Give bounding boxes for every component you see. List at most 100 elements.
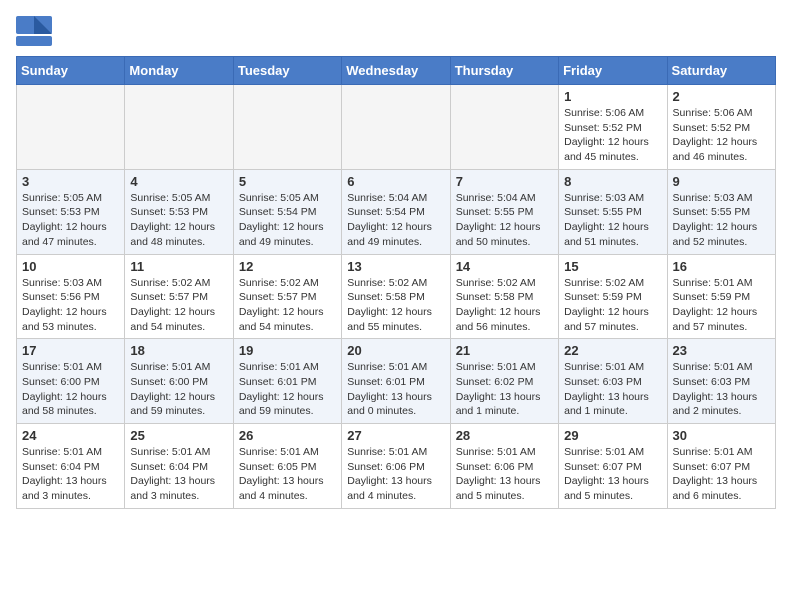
calendar-cell: 30 Sunrise: 5:01 AM Sunset: 6:07 PM Dayli… — [667, 424, 775, 509]
header-tuesday: Tuesday — [233, 57, 341, 85]
day-info: Sunrise: 5:04 AM Sunset: 5:55 PM Dayligh… — [456, 191, 553, 250]
day-number: 24 — [22, 428, 119, 443]
calendar-cell: 25 Sunrise: 5:01 AM Sunset: 6:04 PM Dayli… — [125, 424, 233, 509]
day-number: 3 — [22, 174, 119, 189]
calendar-cell: 9Sunrise: 5:03 AM Sunset: 5:55 PM Daylig… — [667, 169, 775, 254]
calendar-cell: 11 Sunrise: 5:02 AM Sunset: 5:57 PM Dayli… — [125, 254, 233, 339]
day-info: Sunrise: 5:01 AM Sunset: 6:04 PM Dayligh… — [130, 445, 227, 504]
week-row-5: 24 Sunrise: 5:01 AM Sunset: 6:04 PM Dayli… — [17, 424, 776, 509]
calendar-cell — [17, 85, 125, 170]
day-info: Sunrise: 5:01 AM Sunset: 6:00 PM Dayligh… — [130, 360, 227, 419]
calendar-cell: 2 Sunrise: 5:06 AM Sunset: 5:52 PM Daylig… — [667, 85, 775, 170]
day-number: 12 — [239, 259, 336, 274]
header-thursday: Thursday — [450, 57, 558, 85]
calendar-cell: 19Sunrise: 5:01 AM Sunset: 6:01 PM Dayli… — [233, 339, 341, 424]
day-info: Sunrise: 5:01 AM Sunset: 6:01 PM Dayligh… — [347, 360, 444, 419]
day-number: 4 — [130, 174, 227, 189]
day-number: 29 — [564, 428, 661, 443]
day-info: Sunrise: 5:01 AM Sunset: 6:05 PM Dayligh… — [239, 445, 336, 504]
day-info: Sunrise: 5:01 AM Sunset: 6:03 PM Dayligh… — [564, 360, 661, 419]
day-info: Sunrise: 5:02 AM Sunset: 5:57 PM Dayligh… — [130, 276, 227, 335]
day-number: 22 — [564, 343, 661, 358]
day-info: Sunrise: 5:01 AM Sunset: 6:03 PM Dayligh… — [673, 360, 770, 419]
day-number: 20 — [347, 343, 444, 358]
calendar-cell: 10 Sunrise: 5:03 AM Sunset: 5:56 PM Dayli… — [17, 254, 125, 339]
day-info: Sunrise: 5:05 AM Sunset: 5:53 PM Dayligh… — [130, 191, 227, 250]
day-number: 8 — [564, 174, 661, 189]
logo-icon — [16, 16, 52, 46]
calendar-cell: 26 Sunrise: 5:01 AM Sunset: 6:05 PM Dayli… — [233, 424, 341, 509]
day-info: Sunrise: 5:01 AM Sunset: 6:00 PM Dayligh… — [22, 360, 119, 419]
week-row-3: 10 Sunrise: 5:03 AM Sunset: 5:56 PM Dayli… — [17, 254, 776, 339]
day-info: Sunrise: 5:06 AM Sunset: 5:52 PM Dayligh… — [673, 106, 770, 165]
header-sunday: Sunday — [17, 57, 125, 85]
calendar-cell — [342, 85, 450, 170]
day-number: 21 — [456, 343, 553, 358]
day-info: Sunrise: 5:05 AM Sunset: 5:54 PM Dayligh… — [239, 191, 336, 250]
day-info: Sunrise: 5:01 AM Sunset: 6:07 PM Dayligh… — [673, 445, 770, 504]
day-number: 5 — [239, 174, 336, 189]
calendar-cell: 20 Sunrise: 5:01 AM Sunset: 6:01 PM Dayli… — [342, 339, 450, 424]
day-number: 15 — [564, 259, 661, 274]
header-friday: Friday — [559, 57, 667, 85]
header-wednesday: Wednesday — [342, 57, 450, 85]
day-info: Sunrise: 5:01 AM Sunset: 6:06 PM Dayligh… — [347, 445, 444, 504]
week-row-4: 17 Sunrise: 5:01 AM Sunset: 6:00 PM Dayli… — [17, 339, 776, 424]
day-number: 6 — [347, 174, 444, 189]
calendar-cell: 28Sunrise: 5:01 AM Sunset: 6:06 PM Dayli… — [450, 424, 558, 509]
day-info: Sunrise: 5:02 AM Sunset: 5:59 PM Dayligh… — [564, 276, 661, 335]
day-number: 18 — [130, 343, 227, 358]
header-saturday: Saturday — [667, 57, 775, 85]
calendar-cell: 23 Sunrise: 5:01 AM Sunset: 6:03 PM Dayli… — [667, 339, 775, 424]
day-info: Sunrise: 5:01 AM Sunset: 6:07 PM Dayligh… — [564, 445, 661, 504]
day-info: Sunrise: 5:01 AM Sunset: 6:06 PM Dayligh… — [456, 445, 553, 504]
week-row-1: 1 Sunrise: 5:06 AM Sunset: 5:52 PM Daylig… — [17, 85, 776, 170]
calendar-cell: 15 Sunrise: 5:02 AM Sunset: 5:59 PM Dayli… — [559, 254, 667, 339]
calendar-cell: 14 Sunrise: 5:02 AM Sunset: 5:58 PM Dayli… — [450, 254, 558, 339]
calendar-cell: 12 Sunrise: 5:02 AM Sunset: 5:57 PM Dayli… — [233, 254, 341, 339]
calendar-cell: 13 Sunrise: 5:02 AM Sunset: 5:58 PM Dayli… — [342, 254, 450, 339]
day-info: Sunrise: 5:01 AM Sunset: 6:02 PM Dayligh… — [456, 360, 553, 419]
calendar-cell: 24Sunrise: 5:01 AM Sunset: 6:04 PM Dayli… — [17, 424, 125, 509]
day-number: 1 — [564, 89, 661, 104]
day-number: 17 — [22, 343, 119, 358]
day-number: 14 — [456, 259, 553, 274]
day-info: Sunrise: 5:03 AM Sunset: 5:56 PM Dayligh… — [22, 276, 119, 335]
calendar-cell — [450, 85, 558, 170]
day-number: 10 — [22, 259, 119, 274]
calendar-cell: 21 Sunrise: 5:01 AM Sunset: 6:02 PM Dayli… — [450, 339, 558, 424]
calendar-cell — [125, 85, 233, 170]
day-number: 19 — [239, 343, 336, 358]
header — [16, 16, 776, 46]
calendar-header-row: SundayMondayTuesdayWednesdayThursdayFrid… — [17, 57, 776, 85]
calendar-cell: 7Sunrise: 5:04 AM Sunset: 5:55 PM Daylig… — [450, 169, 558, 254]
calendar-cell: 4 Sunrise: 5:05 AM Sunset: 5:53 PM Daylig… — [125, 169, 233, 254]
calendar-cell: 27 Sunrise: 5:01 AM Sunset: 6:06 PM Dayli… — [342, 424, 450, 509]
day-info: Sunrise: 5:02 AM Sunset: 5:58 PM Dayligh… — [347, 276, 444, 335]
calendar-table: SundayMondayTuesdayWednesdayThursdayFrid… — [16, 56, 776, 509]
calendar-cell: 1 Sunrise: 5:06 AM Sunset: 5:52 PM Daylig… — [559, 85, 667, 170]
day-number: 27 — [347, 428, 444, 443]
calendar-cell: 8 Sunrise: 5:03 AM Sunset: 5:55 PM Daylig… — [559, 169, 667, 254]
calendar-cell: 17 Sunrise: 5:01 AM Sunset: 6:00 PM Dayli… — [17, 339, 125, 424]
day-number: 11 — [130, 259, 227, 274]
day-number: 16 — [673, 259, 770, 274]
day-number: 2 — [673, 89, 770, 104]
day-number: 26 — [239, 428, 336, 443]
day-number: 25 — [130, 428, 227, 443]
day-info: Sunrise: 5:03 AM Sunset: 5:55 PM Dayligh… — [564, 191, 661, 250]
calendar-cell: 18 Sunrise: 5:01 AM Sunset: 6:00 PM Dayli… — [125, 339, 233, 424]
day-info: Sunrise: 5:02 AM Sunset: 5:58 PM Dayligh… — [456, 276, 553, 335]
calendar-cell: 6Sunrise: 5:04 AM Sunset: 5:54 PM Daylig… — [342, 169, 450, 254]
header-monday: Monday — [125, 57, 233, 85]
calendar-cell: 3Sunrise: 5:05 AM Sunset: 5:53 PM Daylig… — [17, 169, 125, 254]
day-number: 30 — [673, 428, 770, 443]
day-info: Sunrise: 5:01 AM Sunset: 5:59 PM Dayligh… — [673, 276, 770, 335]
logo — [16, 16, 56, 46]
day-number: 13 — [347, 259, 444, 274]
day-info: Sunrise: 5:06 AM Sunset: 5:52 PM Dayligh… — [564, 106, 661, 165]
day-number: 23 — [673, 343, 770, 358]
day-info: Sunrise: 5:03 AM Sunset: 5:55 PM Dayligh… — [673, 191, 770, 250]
day-info: Sunrise: 5:02 AM Sunset: 5:57 PM Dayligh… — [239, 276, 336, 335]
calendar-cell — [233, 85, 341, 170]
